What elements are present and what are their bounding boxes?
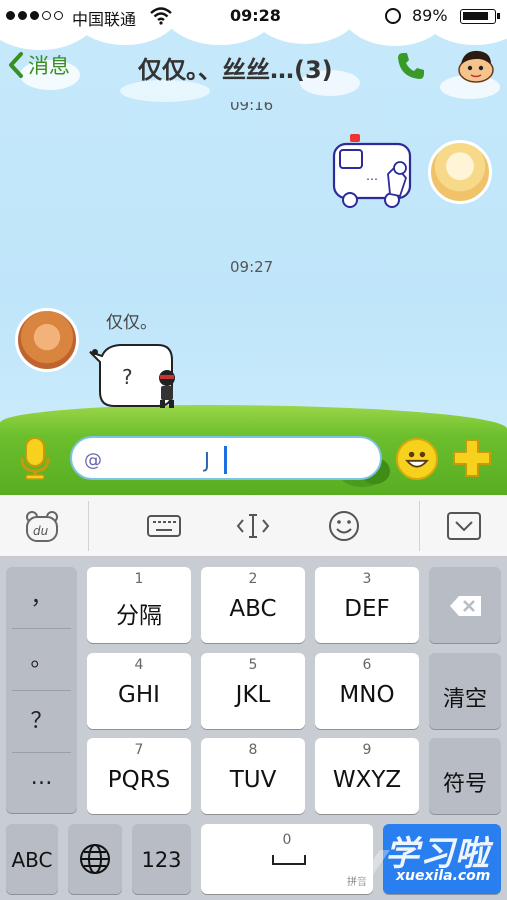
key-number: 9 [362, 742, 372, 758]
timestamp: 09:27 [230, 258, 274, 276]
punctuation-column: ， 。 ？ … [6, 567, 77, 813]
plus-icon[interactable] [452, 438, 492, 478]
number-label: 123 [141, 848, 182, 872]
punctuation-key[interactable]: ？ [6, 703, 77, 764]
rotation-lock-icon [385, 8, 401, 24]
key-label: GHI [118, 682, 160, 708]
battery-percent: 89% [412, 6, 448, 25]
back-label: 消息 [28, 54, 70, 78]
key-label: ABC [229, 596, 277, 622]
globe-icon [80, 844, 110, 874]
space-icon [272, 855, 306, 865]
microphone-icon[interactable] [18, 436, 52, 480]
key-7[interactable]: 7 PQRS [87, 738, 191, 814]
wifi-icon [150, 7, 172, 25]
chat-title: 仅仅。、丝丝…(3) [138, 56, 333, 84]
backspace-icon [450, 596, 481, 616]
sender-avatar[interactable] [15, 308, 79, 372]
back-button[interactable]: 消息 [8, 50, 70, 80]
cursor-move-icon[interactable] [235, 509, 271, 543]
abc-switch-button[interactable]: ABC [6, 824, 58, 894]
watermark-url: xuexila.com [396, 868, 491, 884]
question-bubble-sticker[interactable]: ? [88, 340, 188, 412]
abc-label: ABC [11, 848, 53, 872]
key-8[interactable]: 8 TUV [201, 738, 305, 814]
key-label: MNO [339, 682, 395, 708]
key-number: 7 [134, 742, 144, 758]
battery-icon [460, 9, 500, 24]
punctuation-key[interactable]: ， [6, 579, 77, 640]
punctuation-key[interactable]: … [6, 765, 77, 826]
symbols-button[interactable]: 符号 [429, 738, 501, 814]
smiley-icon[interactable] [396, 438, 438, 480]
key-number: 6 [362, 657, 372, 673]
carrier-name: 中国联通 [72, 10, 137, 29]
key-4[interactable]: 4 GHI [87, 653, 191, 729]
key-9[interactable]: 9 WXYZ [315, 738, 419, 814]
symbols-label: 符号 [442, 772, 487, 797]
clock: 09:28 [230, 6, 281, 25]
key-label: WXYZ [332, 767, 402, 793]
keyboard-icon[interactable] [146, 509, 182, 543]
key-label: PQRS [107, 767, 171, 793]
message-input[interactable]: @ J [70, 436, 382, 480]
sticker-text: ? [122, 365, 133, 389]
key-5[interactable]: 5 JKL [201, 653, 305, 729]
key-1[interactable]: 1 分隔 [87, 567, 191, 643]
clear-button[interactable]: 清空 [429, 653, 501, 729]
key-label: 分隔 [116, 603, 162, 629]
language-button[interactable] [68, 824, 122, 894]
keyboard-toolbar: du [0, 495, 507, 557]
key-number: 1 [134, 571, 144, 587]
status-bar: 中国联通 09:28 89% [0, 0, 507, 32]
backspace-button[interactable] [429, 567, 501, 643]
key-number: 4 [134, 657, 144, 673]
group-avatar-icon[interactable] [456, 46, 496, 84]
key-label: JKL [235, 682, 271, 708]
key-number: 5 [248, 657, 258, 673]
signal-strength-icon [6, 11, 63, 20]
key-number: 3 [362, 571, 372, 587]
key-number: 8 [248, 742, 258, 758]
collapse-keyboard-icon[interactable] [446, 509, 482, 543]
input-value: J [204, 448, 210, 472]
mention-prefix: @ [84, 450, 102, 471]
baidu-input-logo-icon[interactable]: du [24, 509, 60, 543]
phone-icon[interactable] [395, 50, 427, 82]
key-6[interactable]: 6 MNO [315, 653, 419, 729]
key-number: 2 [248, 571, 258, 587]
emoji-icon[interactable] [326, 509, 362, 543]
text-caret [224, 446, 227, 474]
van-sticker[interactable]: … [330, 130, 418, 212]
punctuation-key[interactable]: 。 [6, 641, 77, 702]
key-3[interactable]: 3 DEF [315, 567, 419, 643]
number-switch-button[interactable]: 123 [132, 824, 191, 894]
my-avatar[interactable] [428, 140, 492, 204]
key-label: DEF [344, 596, 390, 622]
sender-name: 仅仅。 [106, 313, 157, 333]
clear-label: 清空 [442, 687, 487, 712]
svg-text:du: du [33, 524, 49, 538]
chevron-left-icon [9, 52, 23, 78]
key-2[interactable]: 2 ABC [201, 567, 305, 643]
svg-text:…: … [366, 169, 378, 183]
key-label: TUV [229, 767, 277, 793]
